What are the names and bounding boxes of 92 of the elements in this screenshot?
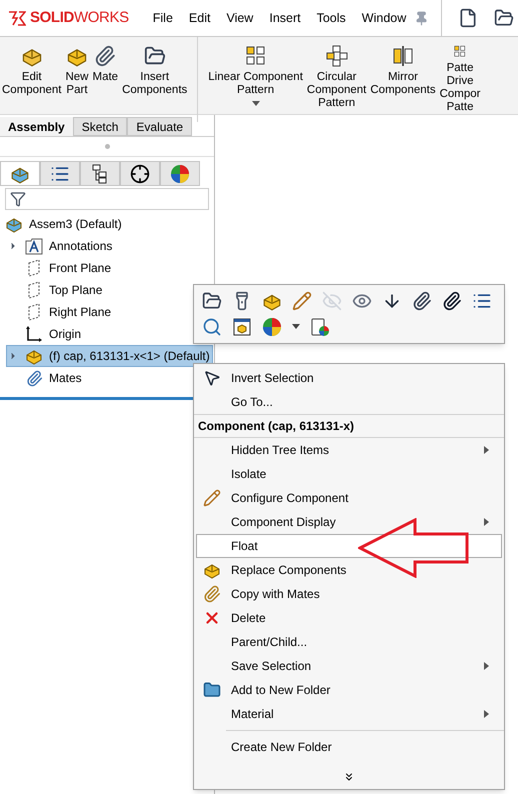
menu-item[interactable]: Configure Component [196, 486, 502, 510]
caret-icon [252, 101, 260, 106]
pattern-icon [326, 45, 348, 67]
menu-item[interactable]: Add to New Folder [196, 678, 502, 702]
submenu-arrow-icon [484, 662, 489, 670]
submenu-arrow-icon [484, 446, 489, 454]
panel-tab[interactable] [80, 161, 120, 186]
crosshair-icon [130, 164, 150, 184]
submenu-arrow-icon [484, 518, 489, 526]
origin-icon [25, 325, 43, 343]
ribbon-button[interactable]: Circular Component Pattern [304, 45, 368, 114]
pin-icon[interactable] [414, 10, 430, 26]
tree-icon [91, 164, 109, 184]
tree-label: Right Plane [49, 304, 112, 321]
tree-item[interactable]: Top Plane [6, 279, 106, 301]
filter-field[interactable] [5, 188, 209, 210]
paperclip-icon [26, 370, 42, 386]
open-folder-icon[interactable] [202, 291, 222, 311]
tree-label: Origin [49, 326, 82, 343]
tree-label: Annotations [49, 238, 114, 255]
caret-icon[interactable] [292, 324, 300, 330]
ribbon-button[interactable]: Mirror Components [368, 45, 438, 114]
tree-item[interactable]: Mates [6, 367, 85, 389]
tree-label: Assem3 (Default) [29, 216, 123, 233]
open-folder-icon[interactable] [494, 8, 514, 28]
ribbon-button[interactable]: Patte Drive Compor Patte [438, 45, 482, 114]
folder-icon [203, 681, 221, 699]
folder-icon [144, 45, 166, 67]
menu-item[interactable]: Edit [188, 8, 210, 28]
menu-item[interactable]: Delete [196, 606, 502, 630]
mirror-icon [392, 45, 414, 67]
tab[interactable]: Evaluate [127, 117, 192, 136]
ribbon-button[interactable]: Linear Component Pattern [206, 45, 305, 114]
filter-icon [10, 191, 26, 207]
menu-item[interactable]: Insert [269, 8, 301, 28]
menu-section-header: Component (cap, 613131-x) [194, 414, 504, 438]
plane-icon [27, 303, 41, 321]
ribbon-button[interactable]: New Part [63, 45, 90, 114]
drag-handle-icon[interactable] [104, 144, 110, 149]
tree-label: (f) cap, 613131-x<1> (Default) [49, 348, 211, 365]
paperclip-icon[interactable] [412, 291, 432, 311]
ribbon-button[interactable]: Insert Components [120, 45, 190, 114]
new-document-icon[interactable] [458, 8, 478, 28]
tree-item[interactable]: Origin [6, 323, 84, 345]
pencil-icon [203, 489, 221, 507]
pencil-icon[interactable] [292, 291, 312, 311]
plane-icon [27, 259, 41, 277]
tree-label: Front Plane [49, 260, 112, 277]
pointer-icon [203, 369, 221, 387]
menu-item[interactable]: Save Selection [196, 654, 502, 678]
ribbon-button[interactable]: Mate [90, 45, 120, 114]
menu-item[interactable]: Go To... [196, 390, 502, 414]
tree-item[interactable]: Front Plane [6, 257, 114, 279]
tree-item[interactable]: Annotations [6, 235, 116, 257]
menu-item[interactable]: Hidden Tree Items [196, 438, 502, 462]
tree-label: Top Plane [49, 282, 104, 299]
menu-item[interactable]: Invert Selection [196, 366, 502, 390]
paperclip-icon [203, 585, 221, 603]
app-logo: SOLIDWORKS [30, 8, 129, 28]
menu-item[interactable]: Material [196, 702, 502, 726]
menu-item[interactable]: Copy with Mates [196, 582, 502, 606]
color-ball-icon [170, 164, 190, 184]
menu-item[interactable]: Component Display [196, 510, 502, 534]
more-icon[interactable] [343, 771, 355, 783]
plane-icon [27, 281, 41, 299]
search-icon[interactable] [202, 317, 222, 337]
tree-item[interactable]: Right Plane [6, 301, 114, 323]
submenu-arrow-icon [484, 710, 489, 718]
document-color-icon[interactable] [310, 317, 330, 337]
menu-item[interactable]: Isolate [196, 462, 502, 486]
part-window-icon[interactable] [232, 317, 252, 337]
tab[interactable]: Sketch [72, 117, 128, 136]
menu-item[interactable]: Replace Components [196, 558, 502, 582]
annotations-icon [25, 237, 43, 255]
menu-item[interactable]: Parent/Child... [196, 630, 502, 654]
menu-item[interactable]: Tools [316, 8, 346, 28]
tree-item[interactable]: (f) cap, 613131-x<1> (Default) [6, 345, 213, 367]
paperclip-icon [94, 45, 116, 67]
menu-item[interactable]: Create New Folder [196, 735, 502, 759]
panel-tab[interactable] [0, 161, 40, 186]
logo-icon [8, 10, 26, 26]
menu-item[interactable]: Float [196, 534, 502, 558]
panel-tab[interactable] [120, 161, 160, 186]
menu-item[interactable]: Window [362, 8, 406, 28]
tree-item[interactable]: Assem3 (Default) [3, 213, 125, 235]
ribbon-button[interactable]: Edit Component [0, 45, 64, 114]
tab[interactable]: Assembly [0, 117, 73, 136]
pattern-icon [244, 45, 267, 67]
menu-item[interactable]: View [226, 8, 254, 28]
panel-tab[interactable] [40, 161, 80, 186]
menu-item[interactable]: File [152, 8, 173, 28]
tree-label: Mates [49, 370, 83, 387]
